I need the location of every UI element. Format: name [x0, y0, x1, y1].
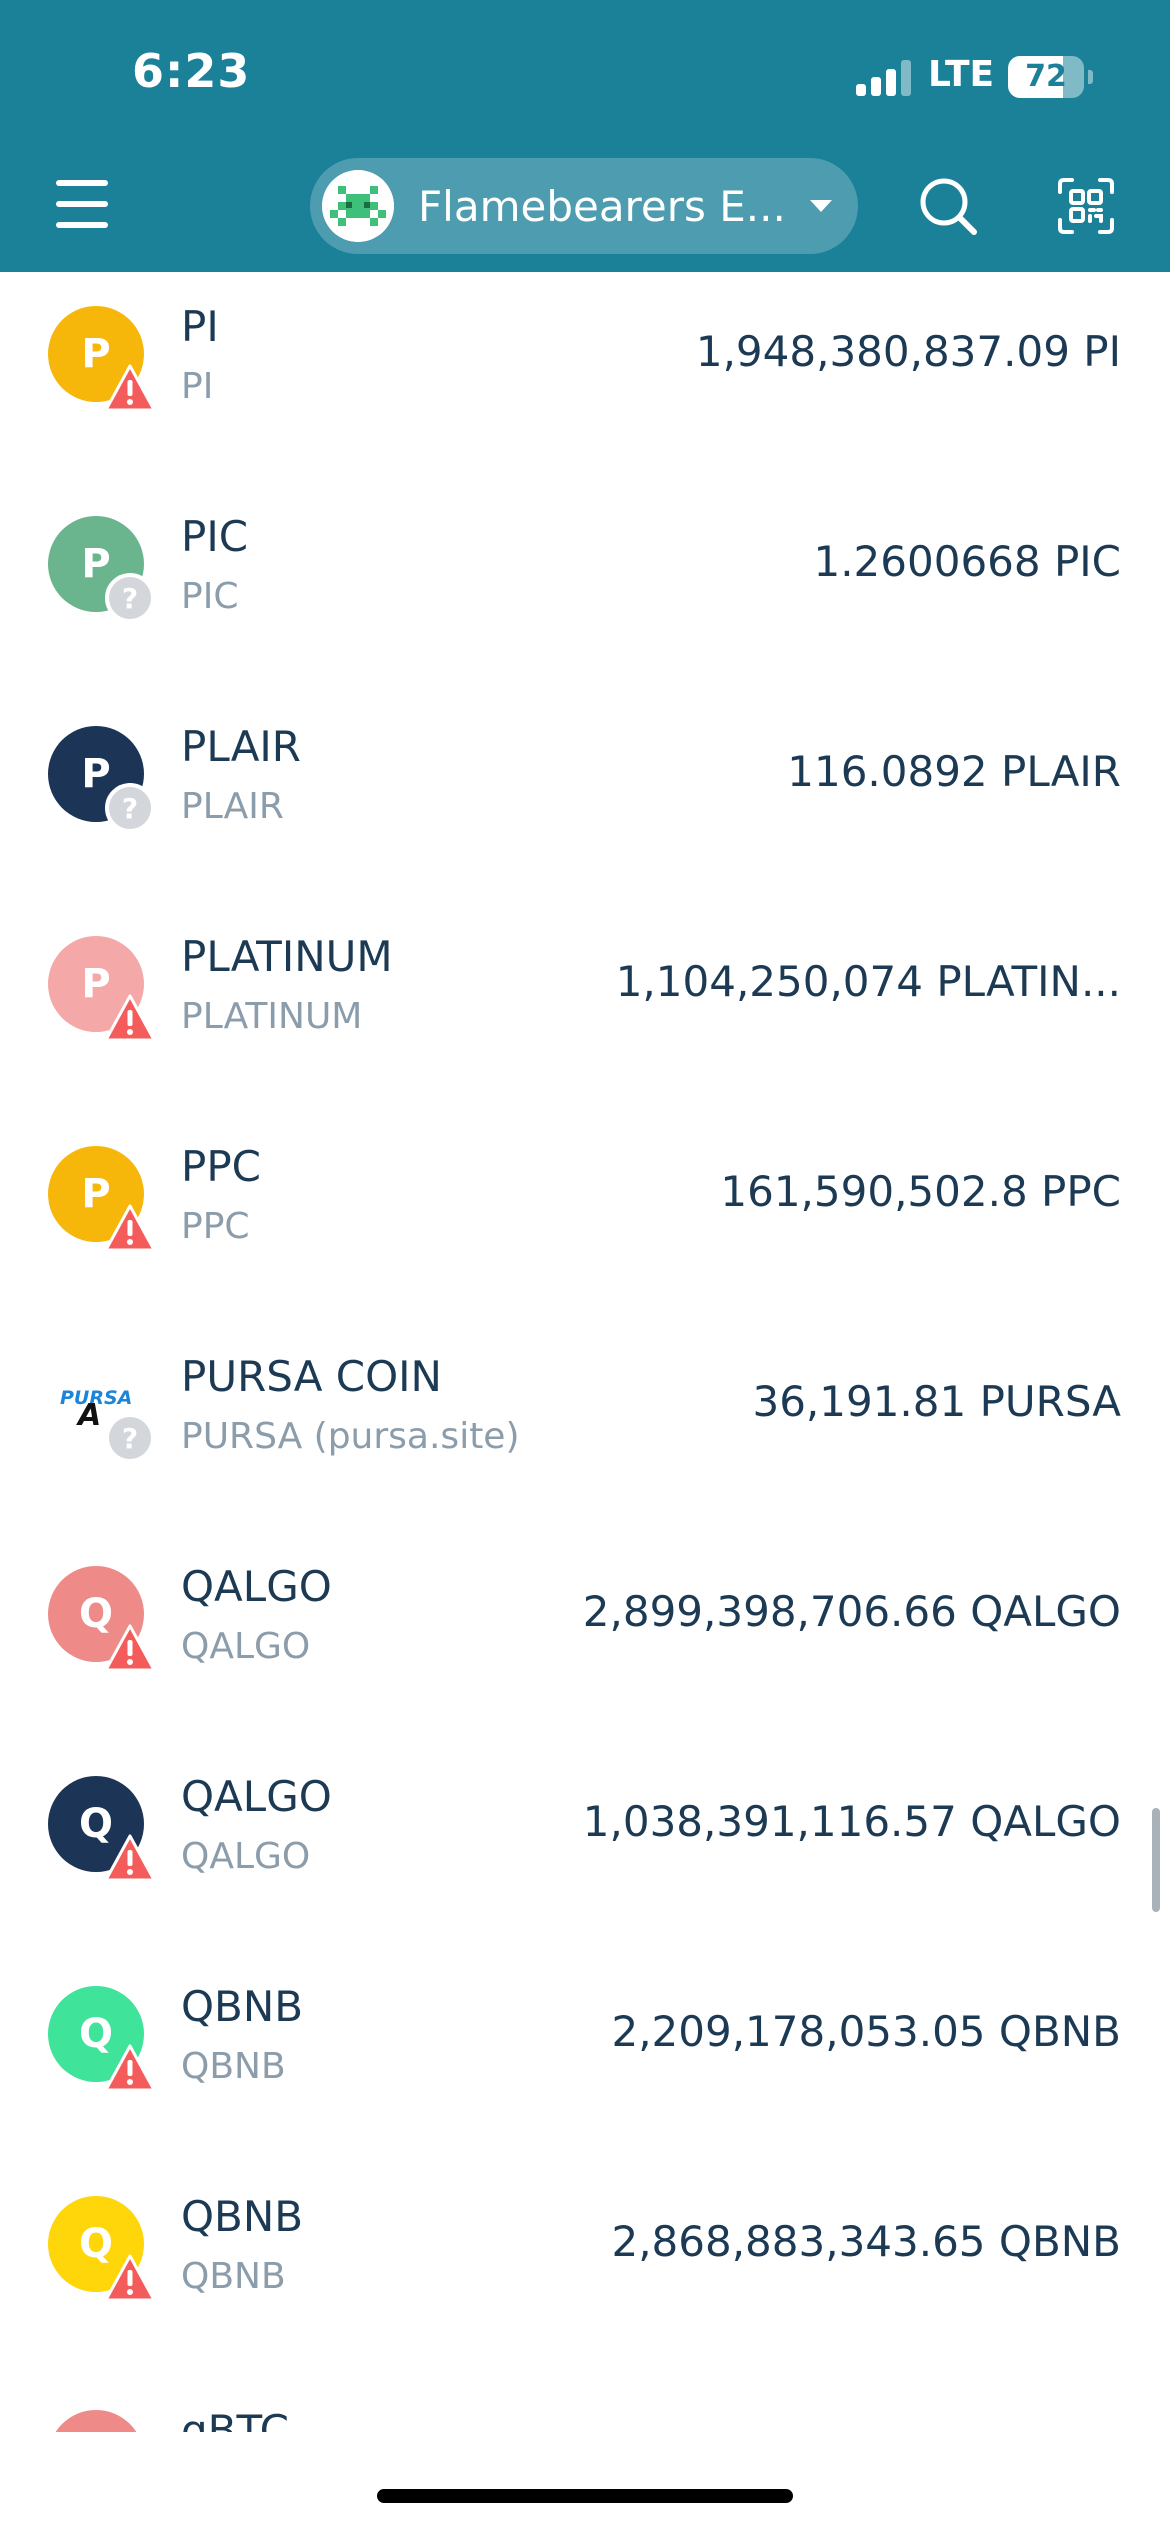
token-balance: 1,038,391,116.57 QALGO	[582, 1797, 1121, 1846]
warning-icon	[104, 1832, 156, 1884]
svg-text:?: ?	[122, 792, 138, 825]
token-row[interactable]: P? PLAIR PLAIR 116.0892 PLAIR	[0, 692, 1170, 902]
token-name: PPC	[181, 1142, 261, 1191]
svg-text:?: ?	[122, 582, 138, 615]
scrollbar[interactable]	[1152, 1808, 1160, 1912]
token-balance: 1,104,250,074 PLATIN...	[615, 957, 1121, 1006]
token-list[interactable]: P PI PI 1,948,380,837.09 PI P? PIC PIC 1.260066…	[0, 272, 1170, 2432]
battery-tip	[1088, 70, 1093, 84]
token-name: QALGO	[181, 1562, 332, 1611]
token-name: QBNB	[181, 2192, 304, 2241]
token-symbol: QALGO	[181, 1836, 311, 1877]
token-balance: 1.2600668 PIC	[813, 537, 1121, 586]
token-balance: 1,948,380,837.09 PI	[695, 327, 1121, 376]
warning-icon	[104, 1202, 156, 1254]
token-balance: 161,590,502.8 PPC	[720, 1167, 1121, 1216]
pixel-avatar-icon	[322, 170, 394, 242]
warning-icon	[104, 2252, 156, 2304]
token-symbol: PI	[181, 366, 214, 407]
token-name: QALGO	[181, 1772, 332, 1821]
app-header: 6:23 LTE 72 Flamebearers E...	[0, 0, 1170, 272]
token-row-partial[interactable]: qBTC	[0, 2380, 1170, 2432]
token-row[interactable]: P? PIC PIC 1.2600668 PIC	[0, 482, 1170, 692]
token-row[interactable]: P PI PI 1,948,380,837.09 PI	[0, 272, 1170, 482]
account-name: Flamebearers E...	[418, 182, 786, 231]
token-name: PI	[181, 302, 219, 351]
question-mark-icon: ?	[104, 572, 156, 624]
battery-icon: 72	[1008, 56, 1084, 98]
account-selector[interactable]: Flamebearers E...	[310, 158, 858, 254]
warning-icon	[104, 2042, 156, 2094]
token-row[interactable]: Q QBNB QBNB 2,868,883,343.65 QBNB	[0, 2162, 1170, 2372]
token-row[interactable]: Q QBNB QBNB 2,209,178,053.05 QBNB	[0, 1952, 1170, 2162]
token-balance: 116.0892 PLAIR	[787, 747, 1121, 796]
token-row[interactable]: P PLATINUM PLATINUM 1,104,250,074 PLATIN...	[0, 902, 1170, 1112]
network-type: LTE	[928, 54, 995, 95]
token-name: PIC	[181, 512, 249, 561]
cellular-signal-icon	[856, 60, 912, 96]
question-mark-icon: ?	[104, 782, 156, 834]
token-row[interactable]: Q QALGO QALGO 2,899,398,706.66 QALGO	[0, 1532, 1170, 1742]
warning-icon	[104, 362, 156, 414]
battery-level: 72	[1025, 59, 1067, 94]
token-row[interactable]: Q QALGO QALGO 1,038,391,116.57 QALGO	[0, 1742, 1170, 1952]
home-indicator[interactable]	[377, 2489, 793, 2503]
token-name: PURSA COIN	[181, 1352, 442, 1401]
token-icon	[48, 2410, 144, 2432]
chevron-down-icon	[810, 200, 832, 212]
token-symbol: QBNB	[181, 2256, 286, 2297]
search-icon[interactable]	[916, 174, 980, 238]
token-row[interactable]: PURSA A? PURSA COIN PURSA (pursa.site) 36,19…	[0, 1322, 1170, 1532]
token-balance: 2,899,398,706.66 QALGO	[582, 1587, 1121, 1636]
token-balance: 2,868,883,343.65 QBNB	[611, 2217, 1121, 2266]
token-symbol: PLAIR	[181, 786, 284, 827]
svg-text:?: ?	[122, 1422, 138, 1455]
token-balance: 2,209,178,053.05 QBNB	[611, 2007, 1121, 2056]
token-name: QBNB	[181, 1982, 304, 2031]
question-mark-icon: ?	[104, 1412, 156, 1464]
warning-icon	[104, 992, 156, 1044]
token-symbol: PIC	[181, 576, 239, 617]
token-symbol: PLATINUM	[181, 996, 363, 1037]
token-symbol: PURSA (pursa.site)	[181, 1416, 520, 1457]
token-balance: 36,191.81 PURSA	[752, 1377, 1121, 1426]
token-name: qBTC	[181, 2406, 289, 2432]
status-time: 6:23	[132, 44, 251, 98]
token-symbol: QBNB	[181, 2046, 286, 2087]
account-avatar	[322, 170, 394, 242]
hamburger-menu-icon[interactable]	[52, 176, 112, 232]
token-symbol: QALGO	[181, 1626, 311, 1667]
qr-scan-icon[interactable]	[1056, 176, 1116, 236]
token-logo-letter: A	[78, 1398, 102, 1433]
token-name: PLATINUM	[181, 932, 393, 981]
token-row[interactable]: P PPC PPC 161,590,502.8 PPC	[0, 1112, 1170, 1322]
token-name: PLAIR	[181, 722, 301, 771]
token-symbol: PPC	[181, 1206, 250, 1247]
warning-icon	[104, 1622, 156, 1674]
